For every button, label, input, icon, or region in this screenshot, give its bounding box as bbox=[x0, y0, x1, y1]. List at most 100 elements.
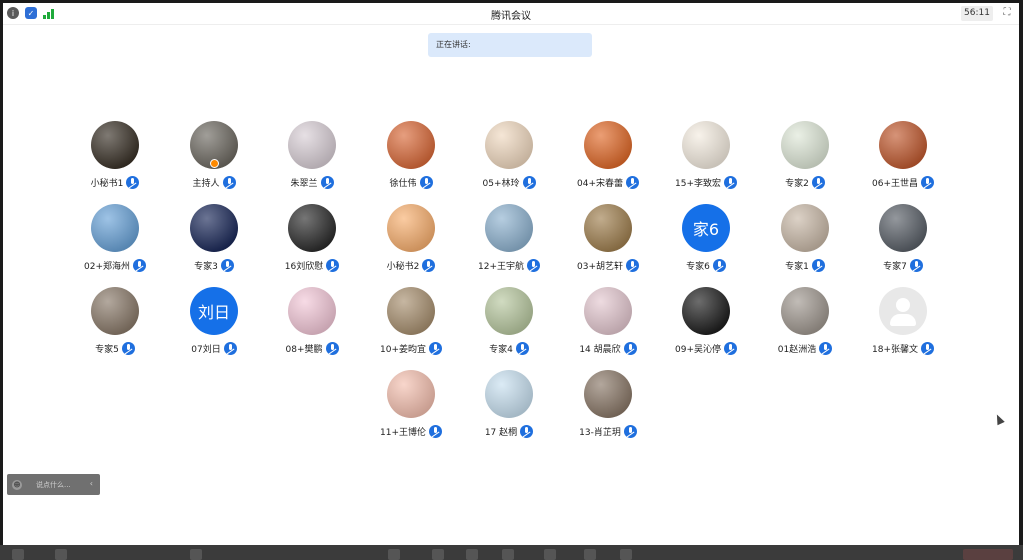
camera-icon[interactable] bbox=[55, 549, 67, 560]
participant-tile[interactable]: 徐仕伟 bbox=[363, 121, 459, 189]
microphone-icon[interactable] bbox=[12, 549, 24, 560]
emoji-icon[interactable]: ☻ bbox=[12, 479, 22, 490]
avatar[interactable] bbox=[288, 287, 336, 335]
participants-icon[interactable] bbox=[432, 549, 444, 560]
participant-name-row: 06+王世昌 bbox=[855, 175, 951, 189]
avatar[interactable] bbox=[879, 121, 927, 169]
participant-name-row: 10+姜昀宜 bbox=[363, 341, 459, 355]
participant-name-row: 11+王博伦 bbox=[363, 424, 459, 438]
avatar[interactable] bbox=[91, 204, 139, 252]
avatar[interactable] bbox=[288, 204, 336, 252]
participant-tile[interactable]: 13-肖芷玥 bbox=[560, 370, 656, 438]
participant-tile[interactable]: 朱翠兰 bbox=[264, 121, 360, 189]
participant-tile[interactable]: 12+王宇航 bbox=[461, 204, 557, 272]
participant-name-row: 专家1 bbox=[757, 258, 853, 272]
participant-tile[interactable]: 11+王博伦 bbox=[363, 370, 459, 438]
avatar[interactable] bbox=[485, 370, 533, 418]
participant-tile[interactable]: 家6 专家6 bbox=[658, 204, 754, 272]
participant-tile[interactable]: 专家1 bbox=[757, 204, 853, 272]
muted-microphone-icon bbox=[522, 175, 536, 189]
participant-tile[interactable]: 04+宋春蕾 bbox=[560, 121, 656, 189]
avatar[interactable] bbox=[781, 121, 829, 169]
avatar[interactable]: 刘日 bbox=[190, 287, 238, 335]
avatar[interactable] bbox=[584, 370, 632, 418]
participant-tile[interactable]: 14 胡晨欣 bbox=[560, 287, 656, 355]
muted-microphone-icon bbox=[724, 175, 737, 189]
invite-icon[interactable] bbox=[466, 549, 478, 560]
avatar[interactable] bbox=[190, 204, 238, 252]
participant-tile[interactable]: 10+姜昀宜 bbox=[363, 287, 459, 355]
participant-name-row: 14 胡晨欣 bbox=[560, 341, 656, 355]
muted-microphone-icon bbox=[133, 258, 146, 272]
chat-icon[interactable] bbox=[502, 549, 514, 560]
title-bar: i ✓ 腾讯会议 56:11 ⛶ bbox=[3, 3, 1019, 25]
avatar[interactable]: 家6 bbox=[682, 204, 730, 252]
participant-name-row: 15+李致宏 bbox=[658, 175, 754, 189]
muted-microphone-icon bbox=[811, 258, 825, 272]
avatar[interactable] bbox=[387, 370, 435, 418]
avatar[interactable] bbox=[584, 204, 632, 252]
participant-tile[interactable]: 15+李致宏 bbox=[658, 121, 754, 189]
avatar[interactable] bbox=[485, 204, 533, 252]
participant-name: 14 胡晨欣 bbox=[579, 344, 621, 355]
chat-input-box[interactable]: ☻ 说点什么... ‹ bbox=[7, 474, 100, 495]
participant-tile[interactable]: 18+张馨文 bbox=[855, 287, 951, 355]
participant-tile[interactable]: 06+王世昌 bbox=[855, 121, 951, 189]
participant-tile[interactable]: 16刘欣慰 bbox=[264, 204, 360, 272]
muted-microphone-icon bbox=[909, 258, 923, 272]
avatar[interactable] bbox=[682, 121, 730, 169]
end-meeting-button[interactable] bbox=[963, 549, 1013, 560]
avatar[interactable] bbox=[485, 287, 533, 335]
document-icon[interactable] bbox=[388, 549, 400, 560]
participant-tile[interactable]: 17 赵桐 bbox=[461, 370, 557, 438]
participant-tile[interactable]: 刘日 07刘日 bbox=[166, 287, 262, 355]
avatar[interactable] bbox=[91, 287, 139, 335]
avatar[interactable] bbox=[387, 287, 435, 335]
participant-name-row: 08+樊鹏 bbox=[264, 341, 360, 355]
participant-tile[interactable]: 01赵洲浩 bbox=[757, 287, 853, 355]
avatar[interactable] bbox=[781, 204, 829, 252]
participant-name: 小秘书2 bbox=[386, 261, 420, 272]
participant-tile[interactable]: 小秘书1 bbox=[67, 121, 163, 189]
avatar[interactable] bbox=[485, 121, 533, 169]
participant-tile[interactable]: 02+郑海州 bbox=[67, 204, 163, 272]
collapse-chevron-icon[interactable]: ‹ bbox=[90, 479, 93, 488]
participant-tile[interactable]: 03+胡艺轩 bbox=[560, 204, 656, 272]
avatar[interactable] bbox=[387, 121, 435, 169]
participant-name: 05+林玲 bbox=[482, 178, 520, 189]
record-icon[interactable] bbox=[544, 549, 556, 560]
participant-tile[interactable]: 专家4 bbox=[461, 287, 557, 355]
avatar[interactable] bbox=[190, 121, 238, 169]
avatar[interactable] bbox=[584, 287, 632, 335]
muted-microphone-icon bbox=[429, 341, 442, 355]
participant-tile[interactable]: 专家7 bbox=[855, 204, 951, 272]
participant-name-row: 17 赵桐 bbox=[461, 424, 557, 438]
participant-tile[interactable]: 专家3 bbox=[166, 204, 262, 272]
participant-name: 01赵洲浩 bbox=[777, 344, 817, 355]
avatar[interactable] bbox=[682, 287, 730, 335]
share-screen-icon[interactable] bbox=[190, 549, 202, 560]
avatar[interactable] bbox=[879, 204, 927, 252]
avatar[interactable] bbox=[387, 204, 435, 252]
participant-tile[interactable]: 05+林玲 bbox=[461, 121, 557, 189]
participant-tile[interactable]: 08+樊鹏 bbox=[264, 287, 360, 355]
settings-gear-icon[interactable] bbox=[620, 549, 632, 560]
participant-tile[interactable]: 专家2 bbox=[757, 121, 853, 189]
default-avatar-icon[interactable] bbox=[879, 287, 927, 335]
avatar[interactable] bbox=[781, 287, 829, 335]
muted-microphone-icon bbox=[811, 175, 825, 189]
participant-tile[interactable]: 专家5 bbox=[67, 287, 163, 355]
muted-microphone-icon bbox=[626, 175, 639, 189]
avatar[interactable] bbox=[91, 121, 139, 169]
avatar[interactable] bbox=[584, 121, 632, 169]
muted-microphone-icon bbox=[515, 341, 529, 355]
participant-name-row: 04+宋春蕾 bbox=[560, 175, 656, 189]
avatar-text: 家6 bbox=[692, 220, 720, 239]
participant-name: 12+王宇航 bbox=[478, 261, 524, 272]
avatar[interactable] bbox=[288, 121, 336, 169]
apps-icon[interactable] bbox=[584, 549, 596, 560]
participant-tile[interactable]: 主持人 bbox=[166, 121, 262, 189]
fullscreen-icon[interactable]: ⛶ bbox=[1001, 7, 1013, 19]
participant-tile[interactable]: 小秘书2 bbox=[363, 204, 459, 272]
participant-tile[interactable]: 09+吴沁停 bbox=[658, 287, 754, 355]
